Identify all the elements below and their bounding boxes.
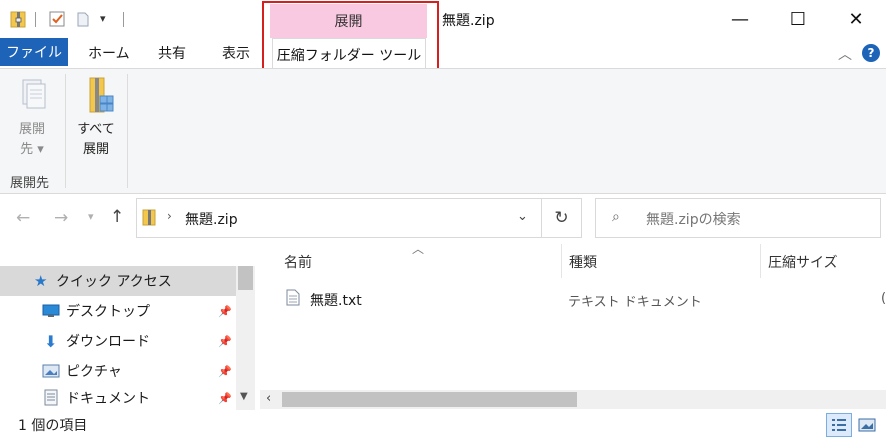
pin-icon[interactable]: 📌 <box>218 365 232 378</box>
address-path: 無題.zip <box>185 212 238 228</box>
extract-all-button[interactable]: すべて 展開 <box>68 76 124 168</box>
sort-ascending-icon: ︿ <box>412 242 425 256</box>
status-item-count: 1 個の項目 <box>18 418 88 434</box>
file-explorer-window: ▾ 展開 圧縮フォルダー ツール 無題.zip — ☐ ✕ ファイル ホーム 共… <box>0 0 886 440</box>
search-box[interactable]: ⌕ 無題.zipの検索 <box>595 198 881 238</box>
ribbon-panel <box>0 68 886 194</box>
extract-all-label-2: 展開 <box>82 142 109 157</box>
tab-home[interactable]: ホーム <box>88 38 130 68</box>
extract-to-button[interactable]: 展開 先 ▾ <box>8 76 56 168</box>
nav-item-label: ピクチャ <box>66 364 122 380</box>
address-bar[interactable]: › 無題.zip ⌄ <box>136 198 542 238</box>
address-dropdown-icon[interactable]: ⌄ <box>517 209 528 224</box>
ribbon-group-label: 展開先 <box>10 176 50 191</box>
column-header-size[interactable]: 圧縮サイズ <box>768 252 838 272</box>
extract-all-icon <box>78 76 114 116</box>
nav-item-downloads[interactable]: ⬇ ダウンロード 📌 <box>0 326 236 356</box>
minimize-icon: — <box>731 8 749 30</box>
nav-item-quick-access[interactable]: ★ クイック アクセス <box>0 266 236 296</box>
close-icon: ✕ <box>848 8 864 30</box>
document-icon <box>44 389 58 410</box>
search-icon: ⌕ <box>612 209 620 225</box>
ribbon-divider <box>127 74 128 188</box>
column-divider[interactable] <box>561 244 562 278</box>
large-icons-view-icon <box>858 418 876 432</box>
zip-folder-icon <box>10 10 26 28</box>
back-arrow-icon[interactable]: ← <box>16 208 30 228</box>
customize-toolbar-icon[interactable]: ▾ <box>100 12 106 25</box>
toolbar-separator <box>35 12 36 27</box>
forward-arrow-icon[interactable]: → <box>54 208 68 228</box>
file-size: ( <box>881 291 886 306</box>
nav-item-label: ドキュメント <box>66 391 150 407</box>
recent-locations-icon[interactable]: ▾ <box>88 210 94 223</box>
extract-all-label-1: すべて <box>77 122 115 137</box>
scroll-down-icon[interactable]: ▼ <box>240 391 248 402</box>
zip-folder-icon <box>142 209 156 230</box>
close-button[interactable]: ✕ <box>827 0 885 38</box>
extract-to-icon <box>16 76 48 114</box>
refresh-button[interactable]: ↻ <box>542 198 582 238</box>
file-name: 無題.txt <box>310 293 362 309</box>
column-header-name[interactable]: 名前 <box>284 252 312 272</box>
picture-icon <box>42 364 60 382</box>
maximize-button[interactable]: ☐ <box>769 0 827 38</box>
scrollbar-thumb[interactable] <box>238 266 253 290</box>
collapse-ribbon-icon[interactable]: ︿ <box>838 44 852 64</box>
new-folder-icon[interactable] <box>75 10 91 28</box>
nav-item-label: クイック アクセス <box>56 274 172 290</box>
extract-to-label-1: 展開 <box>18 122 45 137</box>
column-header-type[interactable]: 種類 <box>569 252 597 272</box>
details-view-icon <box>832 419 846 431</box>
pin-icon[interactable]: 📌 <box>218 335 232 348</box>
scroll-left-icon[interactable]: ‹ <box>266 391 271 406</box>
help-icon[interactable]: ? <box>862 44 880 62</box>
text-file-icon <box>286 289 300 310</box>
breadcrumb-chevron-icon[interactable]: › <box>167 209 172 223</box>
table-row[interactable]: 無題.txt テキスト ドキュメント ( <box>280 286 886 312</box>
scrollbar-thumb[interactable] <box>282 392 577 407</box>
large-icons-view-button[interactable] <box>854 413 880 437</box>
nav-item-pictures[interactable]: ピクチャ 📌 <box>0 356 236 386</box>
ribbon-divider <box>65 74 66 188</box>
toolbar-separator <box>123 12 124 27</box>
maximize-icon: ☐ <box>789 8 807 30</box>
nav-item-desktop[interactable]: デスクトップ 📌 <box>0 296 236 326</box>
properties-icon[interactable] <box>48 10 65 28</box>
tab-view[interactable]: 表示 <box>222 38 250 68</box>
star-icon: ★ <box>34 272 48 290</box>
nav-item-label: デスクトップ <box>66 304 150 320</box>
search-placeholder: 無題.zipの検索 <box>646 212 741 228</box>
download-icon: ⬇ <box>44 331 58 351</box>
file-type: テキスト ドキュメント <box>568 295 702 310</box>
up-arrow-icon[interactable]: ↑ <box>110 207 124 227</box>
window-title: 無題.zip <box>442 13 495 29</box>
details-view-button[interactable] <box>826 413 852 437</box>
extract-to-label-2: 先 ▾ <box>20 142 44 157</box>
pin-icon[interactable]: 📌 <box>218 392 232 405</box>
nav-item-label: ダウンロード <box>66 334 150 350</box>
nav-item-documents[interactable]: ドキュメント 📌 <box>0 386 236 410</box>
desktop-icon <box>42 304 60 322</box>
column-divider[interactable] <box>760 244 761 278</box>
tab-share[interactable]: 共有 <box>158 38 186 68</box>
refresh-icon: ↻ <box>554 208 569 228</box>
minimize-button[interactable]: — <box>711 0 769 38</box>
pin-icon[interactable]: 📌 <box>218 305 232 318</box>
tab-file[interactable]: ファイル <box>0 38 68 66</box>
